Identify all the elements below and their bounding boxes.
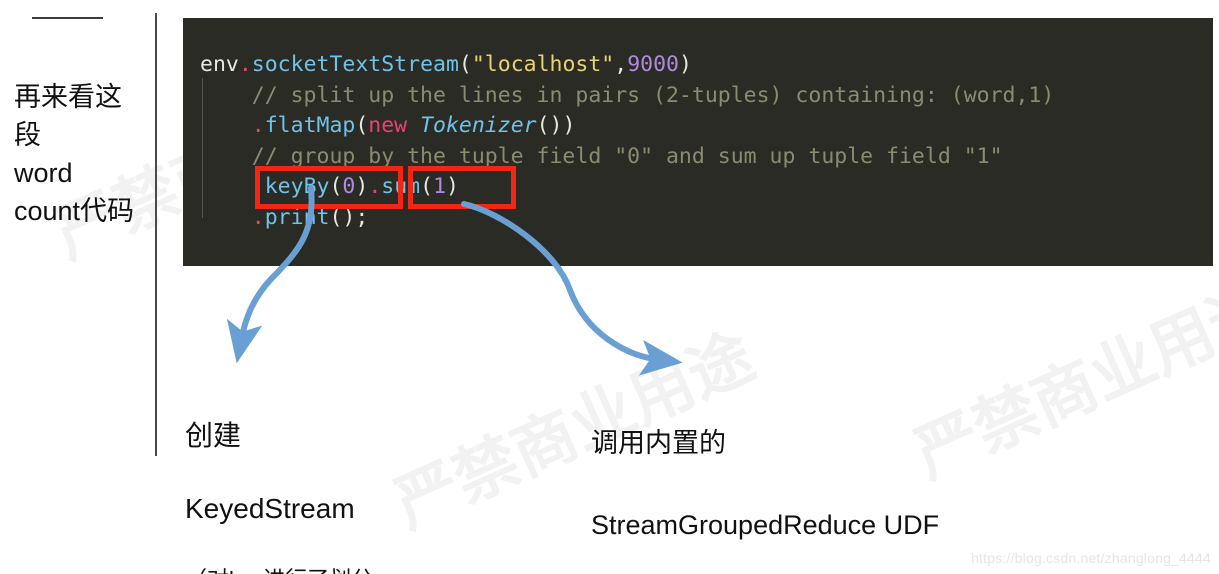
code-token: (: [420, 174, 434, 199]
code-text: env.socketTextStream("localhost",9000) /…: [200, 50, 1054, 233]
annotation-right: 调用内置的 StreamGroupedReduce UDF: [591, 382, 1021, 574]
code-token: new: [368, 113, 408, 138]
code-token: (: [355, 113, 369, 138]
left-caption-text: 再来看这 段 word count代码: [14, 82, 135, 226]
code-token: ;: [355, 204, 369, 230]
code-line: .flatMap(new Tokenizer()): [200, 111, 1054, 142]
code-token: print: [264, 204, 330, 230]
annotation-right-line2: StreamGroupedReduce UDF: [591, 510, 940, 540]
horizontal-divider: [32, 17, 103, 19]
code-token: .: [251, 113, 265, 138]
code-token: (: [458, 52, 472, 77]
code-token: flatMap: [264, 113, 356, 138]
code-token: "localhost": [471, 52, 615, 77]
code-block: env.socketTextStream("localhost",9000) /…: [183, 18, 1213, 266]
code-token: ): [678, 52, 692, 77]
code-line: .print();: [200, 203, 1054, 234]
slide-canvas: 严禁商业用途 严禁商业用途 严禁商业用途 严禁商业用途 再来看这 段 word …: [0, 0, 1219, 574]
code-token: .: [238, 52, 252, 77]
code-line: env.socketTextStream("localhost",9000): [200, 50, 1054, 81]
code-token: // split up the lines in pairs (2-tuples…: [200, 82, 1055, 108]
code-line: .keyBy(0).sum(1): [200, 172, 1054, 203]
code-token: // group by the tuple field "0" and sum …: [200, 143, 1003, 169]
code-token: Tokenizer: [420, 113, 537, 138]
code-token: 9000: [627, 52, 679, 77]
vertical-divider: [155, 13, 157, 456]
code-token: .: [251, 174, 265, 199]
code-token: .: [368, 174, 382, 199]
code-token: ,: [614, 52, 628, 77]
code-token: (: [329, 174, 343, 199]
annotation-right-line1: 调用内置的: [591, 428, 726, 458]
annotation-left-line3: （对key进行了划分，: [185, 563, 455, 574]
code-token: socketTextStream: [251, 52, 459, 77]
code-token: ): [446, 174, 459, 199]
code-token: keyBy: [264, 174, 330, 199]
code-token: 1: [433, 174, 447, 199]
code-token: .: [251, 204, 265, 230]
code-token: (): [329, 204, 356, 230]
code-line: // group by the tuple field "0" and sum …: [200, 142, 1054, 173]
code-token: 0: [342, 174, 356, 199]
code-token: ()): [536, 113, 576, 138]
watermark-url: https://blog.csdn.net/zhanglong_4444: [971, 550, 1211, 566]
annotation-left-line1: 创建: [185, 420, 242, 451]
code-token: env: [200, 52, 239, 77]
code-line: // split up the lines in pairs (2-tuples…: [200, 81, 1055, 112]
annotation-left: 创建 KeyedStream （对key进行了划分， 不同task上不会出 现相…: [185, 382, 455, 574]
code-token: ): [355, 174, 369, 199]
annotation-left-line2: KeyedStream: [185, 493, 355, 524]
code-token: sum: [381, 174, 421, 199]
